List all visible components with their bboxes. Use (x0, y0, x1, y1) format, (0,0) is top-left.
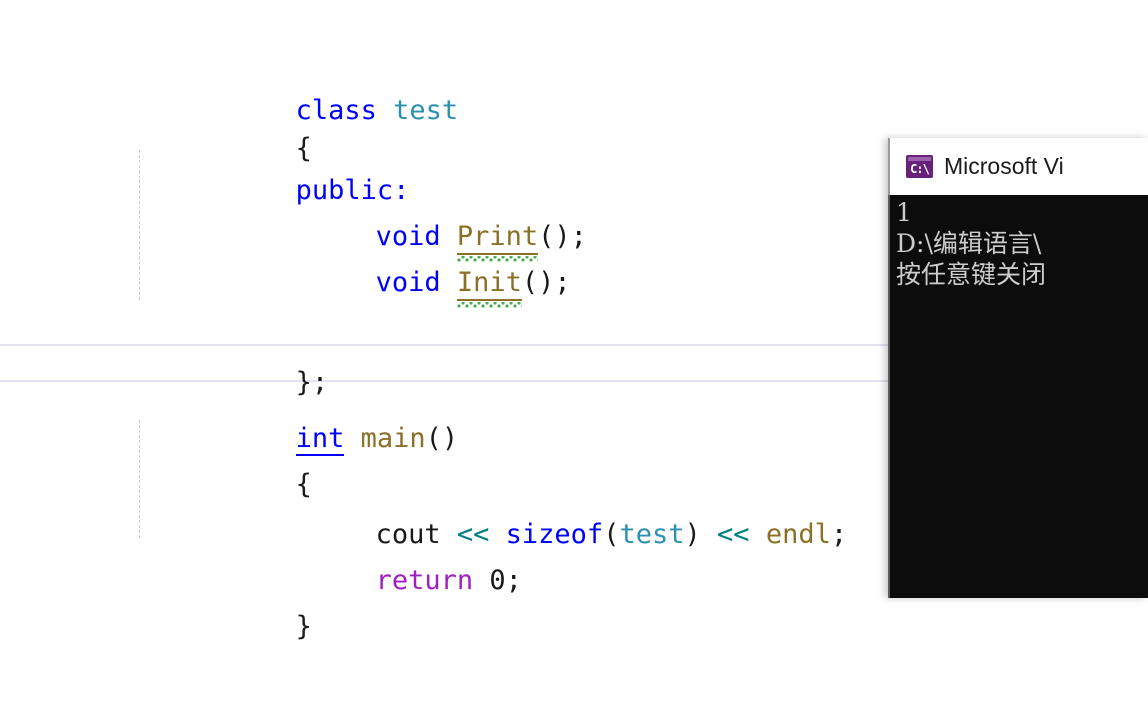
console-output-line-1: 1 (896, 198, 912, 227)
command-prompt-icon: C:\ (906, 155, 933, 178)
console-title-bar[interactable]: C:\ Microsoft Vi (888, 138, 1148, 195)
console-output-area[interactable]: 1 D:\编辑语言\ 按任意键关闭 (888, 195, 1148, 598)
console-output-line-3: D:\编辑语言\ (896, 229, 1042, 258)
code-line-1[interactable]: class test (0, 16, 1148, 126)
console-icon-glyph: C:\ (910, 162, 930, 176)
debug-console-window[interactable]: C:\ Microsoft Vi 1 D:\编辑语言\ 按任意键关闭 (888, 138, 1148, 598)
console-output-line-4: 按任意键关闭 (896, 260, 1047, 289)
console-window-title: Microsoft Vi (944, 153, 1064, 179)
code-line-3[interactable]: public: (0, 96, 1148, 206)
console-icon-title-strip (908, 157, 931, 161)
code-line-2[interactable]: { (0, 54, 1148, 164)
